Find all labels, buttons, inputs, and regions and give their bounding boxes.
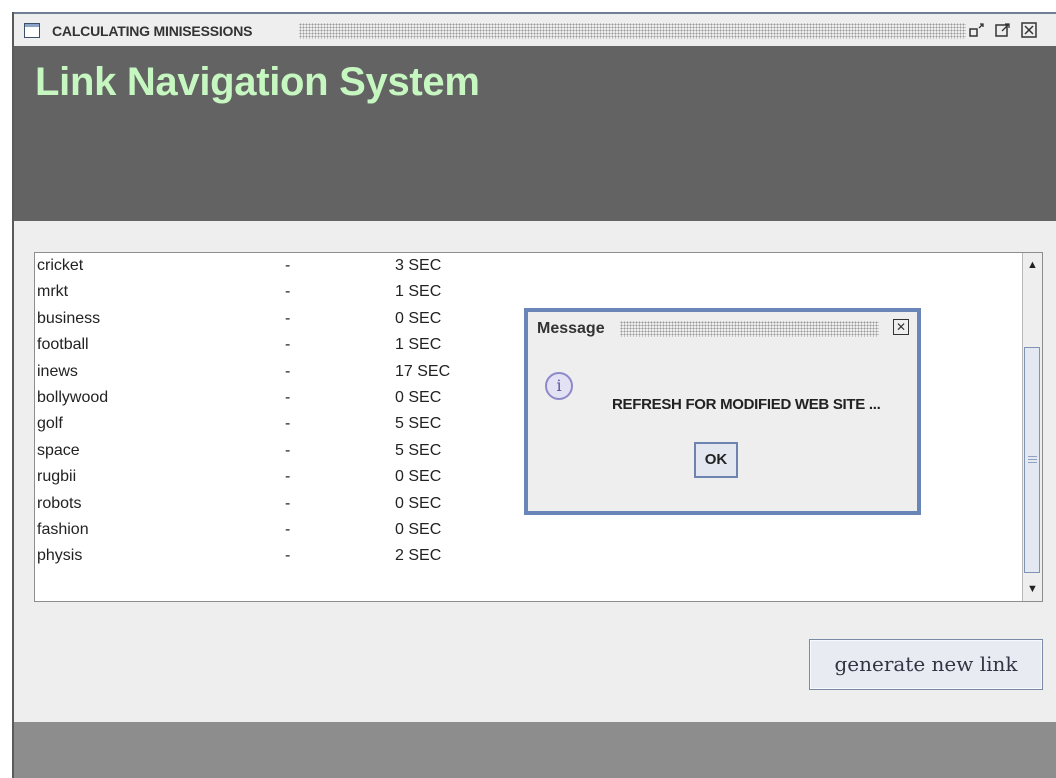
item-separator: - — [285, 415, 291, 433]
dialog-close-icon[interactable]: ✕ — [893, 319, 909, 335]
item-duration: 5 SEC — [395, 441, 442, 459]
item-separator: - — [285, 336, 291, 354]
close-icon[interactable] — [1020, 21, 1038, 39]
app-header: Link Navigation System — [14, 46, 1056, 221]
item-separator: - — [285, 468, 291, 486]
item-duration: 17 SEC — [395, 362, 451, 380]
window-title: CALCULATING MINISESSIONS — [52, 23, 253, 39]
vertical-scrollbar[interactable]: ▲ ▼ — [1022, 253, 1042, 601]
message-dialog: Message ✕ i REFRESH FOR MODIFIED WEB SIT… — [524, 308, 921, 515]
item-separator: - — [285, 441, 291, 459]
item-name: rugbii — [37, 468, 77, 486]
dialog-message: REFRESH FOR MODIFIED WEB SITE ... — [612, 396, 881, 413]
app-title: Link Navigation System — [35, 60, 480, 104]
item-duration: 1 SEC — [395, 283, 442, 301]
item-name: golf — [37, 415, 63, 433]
restore-icon[interactable] — [968, 21, 986, 39]
window-icon — [24, 23, 40, 38]
item-name: robots — [37, 494, 82, 512]
item-separator: - — [285, 521, 291, 538]
item-name: football — [37, 336, 89, 354]
item-separator: - — [285, 389, 291, 406]
item-duration: 0 SEC — [395, 468, 442, 486]
item-duration: 0 SEC — [395, 521, 442, 538]
maximize-icon[interactable] — [994, 21, 1012, 39]
item-name: physis — [37, 547, 83, 565]
item-name: fashion — [37, 521, 89, 538]
item-duration: 0 SEC — [395, 389, 442, 406]
item-duration: 0 SEC — [395, 494, 442, 512]
item-name: inews — [37, 362, 78, 380]
titlebar-grip — [299, 23, 966, 39]
info-icon: i — [545, 372, 573, 400]
window-titlebar[interactable]: CALCULATING MINISESSIONS — [14, 12, 1056, 46]
item-name: bollywood — [37, 389, 109, 406]
generate-new-link-button[interactable]: generate new link — [809, 639, 1043, 690]
item-name: cricket — [37, 257, 84, 274]
item-duration: 5 SEC — [395, 415, 442, 433]
item-separator: - — [285, 283, 291, 301]
item-separator: - — [285, 494, 291, 512]
item-name: mrkt — [37, 283, 69, 301]
dialog-titlebar-grip — [620, 321, 879, 337]
item-duration: 3 SEC — [395, 257, 442, 274]
scroll-thumb[interactable] — [1024, 347, 1040, 573]
scroll-down-icon[interactable]: ▼ — [1024, 579, 1041, 599]
scroll-grip-icon — [1028, 456, 1037, 463]
item-duration: 1 SEC — [395, 336, 442, 354]
scroll-up-icon[interactable]: ▲ — [1024, 255, 1041, 275]
item-separator: - — [285, 257, 291, 274]
item-separator: - — [285, 547, 291, 565]
item-name: space — [37, 441, 80, 459]
item-separator: - — [285, 309, 291, 327]
item-duration: 2 SEC — [395, 547, 442, 565]
item-duration: 0 SEC — [395, 309, 442, 327]
status-bar — [14, 722, 1056, 778]
dialog-titlebar[interactable]: Message ✕ — [528, 312, 917, 344]
ok-button[interactable]: OK — [694, 442, 738, 478]
item-separator: - — [285, 362, 291, 380]
dialog-title: Message — [537, 320, 605, 337]
item-name: business — [37, 309, 101, 327]
